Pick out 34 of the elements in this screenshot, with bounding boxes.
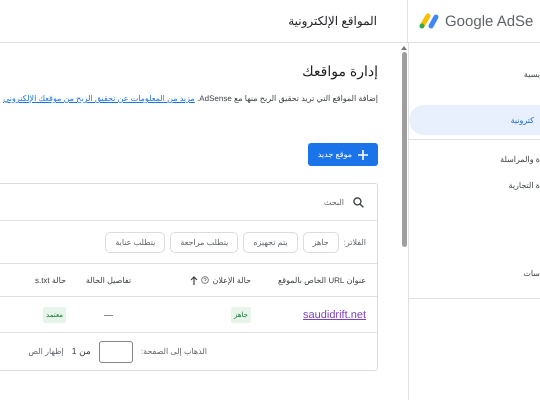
help-icon xyxy=(201,276,210,284)
page-title: المواقع الإلكترونية xyxy=(288,14,377,28)
sidebar-item[interactable]: سات xyxy=(409,260,540,286)
sidebar-item[interactable]: ة والمراسلة xyxy=(409,146,540,172)
sort-arrow-icon xyxy=(190,276,198,284)
product-name: Google AdSe xyxy=(445,12,534,30)
site-url-link[interactable]: saudidrift.net xyxy=(303,308,366,320)
filters-label: الفلاتر: xyxy=(344,238,366,246)
search-icon xyxy=(352,196,365,208)
rows-label: إظهار الص xyxy=(28,347,64,356)
page-count: من 1 xyxy=(72,346,91,357)
sidebar-item[interactable]: يسية xyxy=(409,61,540,87)
new-site-button[interactable]: موقع جديد xyxy=(308,143,378,166)
filter-chip[interactable]: يتم تجهيزه xyxy=(243,232,298,252)
sidebar-item[interactable]: ة التجارية xyxy=(409,172,540,198)
filter-chip[interactable]: جاهز xyxy=(302,232,339,252)
filter-chip[interactable]: يتطلب مراجعة xyxy=(170,232,238,252)
page-number-field[interactable] xyxy=(98,340,133,362)
learn-more-link[interactable]: مزيد من المعلومات عن تحقيق الربح من موقعك الإلكتروني xyxy=(3,94,195,103)
sidebar-item[interactable]: كترونية xyxy=(409,105,540,135)
scroll-up-icon[interactable] xyxy=(401,46,407,50)
search-field[interactable]: البحث xyxy=(142,196,346,208)
description-text: إضافة المواقع التي تريد تحقيق الربح منها مع AdSense. مزيد من المعلومات عن تحقيق الربح من موقعك الإلكتروني xyxy=(2,93,378,105)
goto-page-label: الذهاب إلى الصفحة: xyxy=(140,347,207,356)
column-header[interactable]: حالة الإعلان xyxy=(151,276,251,284)
column-header: عنوان URL الخاص بالموقع xyxy=(277,276,366,284)
adsense-logo-icon xyxy=(418,12,440,30)
plus-icon xyxy=(358,150,368,160)
section-title: إدارة مواقعك xyxy=(301,63,378,80)
filter-chip[interactable]: يتطلب عناية xyxy=(105,232,166,252)
table-cell: — xyxy=(104,310,113,320)
scrollbar-thumb[interactable] xyxy=(402,52,406,247)
column-header: تفاصيل الحالة xyxy=(86,276,132,284)
column-header: حالة s.txt xyxy=(34,276,66,284)
